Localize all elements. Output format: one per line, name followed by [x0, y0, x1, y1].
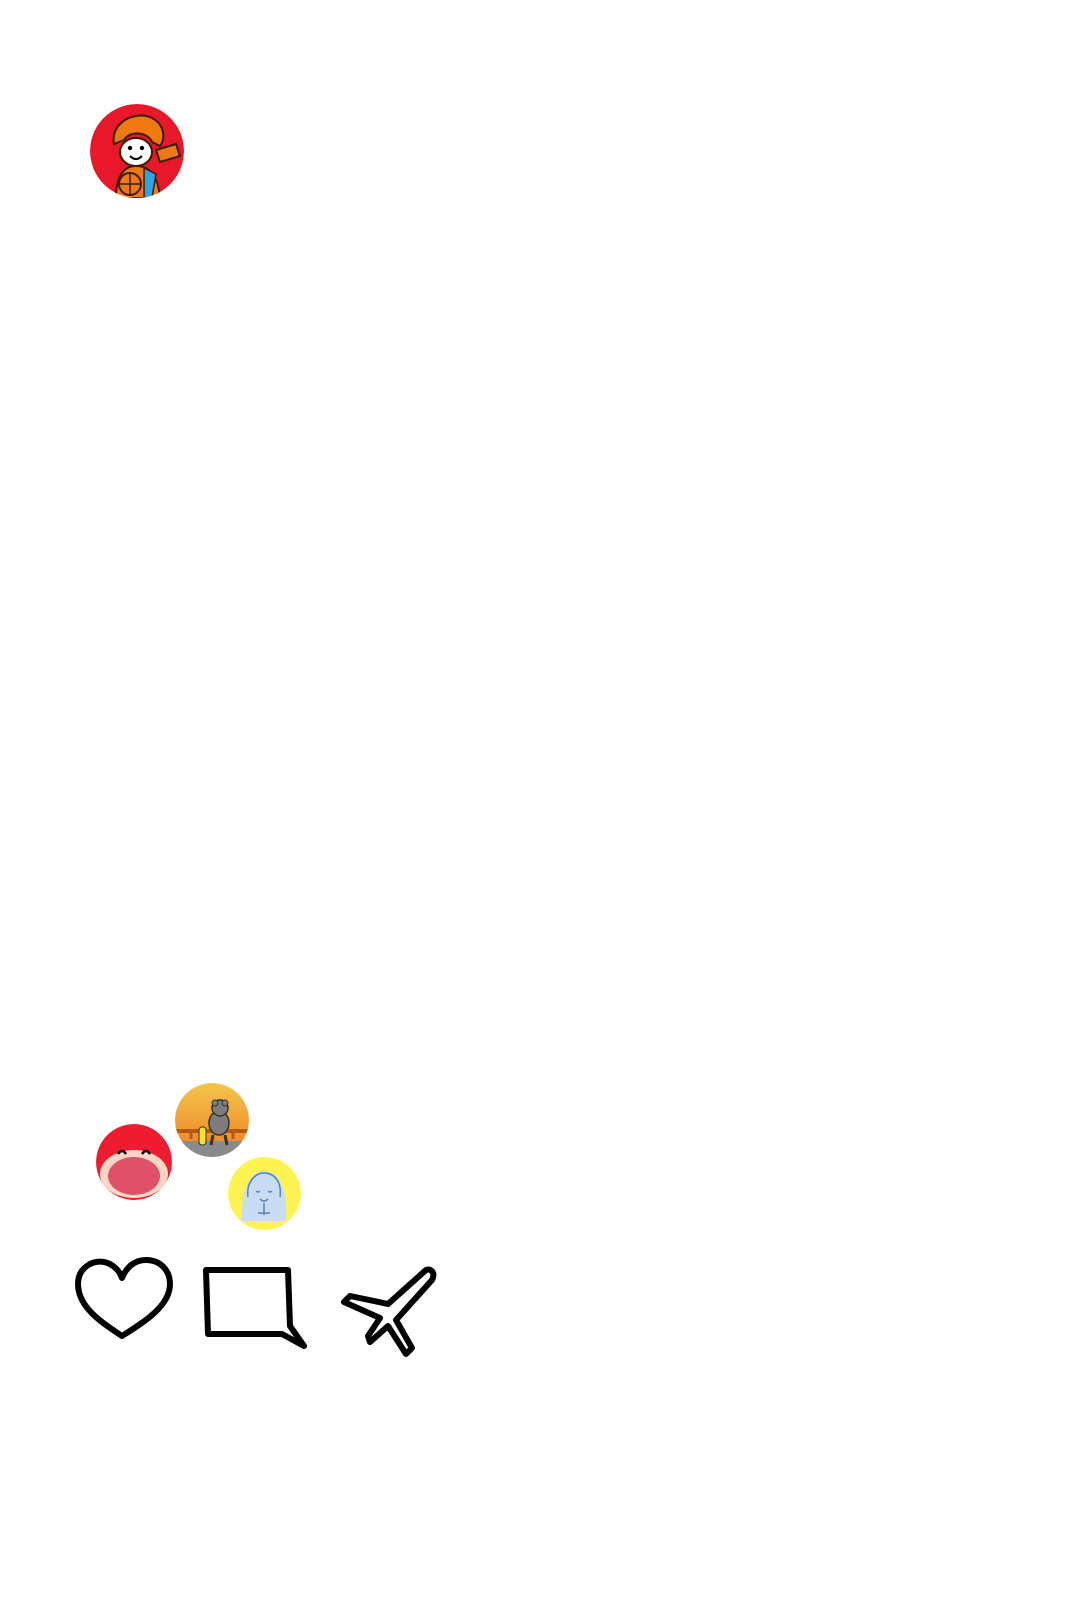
- blue-doodle-avatar-icon: [228, 1157, 301, 1230]
- reactor-avatar[interactable]: [96, 1124, 172, 1200]
- like-button[interactable]: [72, 1256, 176, 1342]
- sunset-figure-avatar-icon: [175, 1083, 249, 1157]
- paper-plane-icon: [341, 1266, 437, 1357]
- comment-button[interactable]: [200, 1264, 312, 1352]
- comment-bubble-icon: [203, 1267, 307, 1349]
- reactor-avatar[interactable]: [175, 1083, 249, 1157]
- author-avatar[interactable]: [90, 104, 184, 198]
- share-button[interactable]: [340, 1264, 440, 1358]
- laughing-face-avatar-icon: [96, 1124, 172, 1200]
- cartoon-character-avatar-icon: [90, 104, 184, 198]
- heart-icon: [75, 1257, 173, 1339]
- post-content-area: [0, 230, 1080, 1050]
- reactor-avatar[interactable]: [228, 1157, 301, 1230]
